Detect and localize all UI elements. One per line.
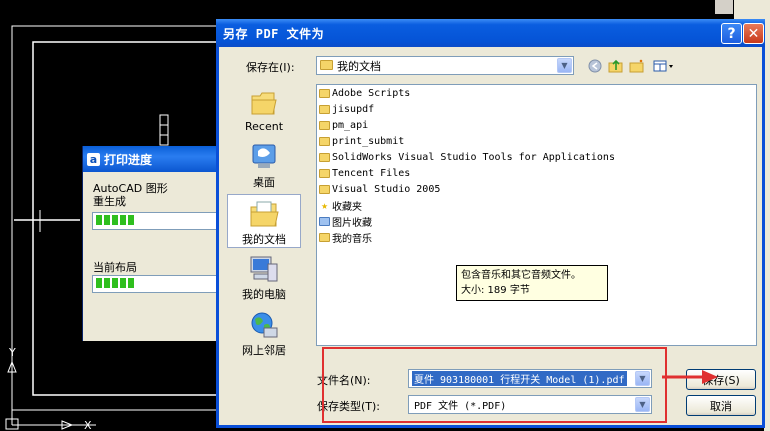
folder-icon [319, 120, 330, 130]
chevron-down-icon[interactable]: ▼ [635, 371, 650, 386]
progress-line-regen: 重生成 [93, 195, 126, 208]
file-name: 我的音乐 [332, 233, 372, 245]
file-name: 图片收藏 [332, 217, 372, 229]
progress-bar-regen [92, 212, 234, 230]
progress-bar-layout [92, 275, 234, 293]
view-menu-icon[interactable] [652, 59, 676, 73]
place-my-documents[interactable]: 我的文档 [227, 194, 301, 248]
network-places-icon [248, 310, 280, 340]
folder-icon [319, 152, 330, 162]
print-progress-titlebar[interactable]: a 打印进度 [83, 146, 223, 172]
star-icon: ★ [321, 198, 328, 212]
cancel-button[interactable]: 取消 [686, 395, 756, 416]
save-in-dropdown[interactable]: 我的文档 ▼ [316, 56, 574, 75]
list-item[interactable]: 我的音乐 [319, 231, 372, 245]
filetype-label: 保存类型(T): [317, 400, 381, 413]
save-button[interactable]: 保存(S) [686, 369, 756, 390]
recent-folder-icon [248, 88, 280, 118]
folder-icon [319, 168, 330, 178]
chevron-down-icon[interactable]: ▼ [557, 58, 572, 73]
print-progress-dialog: a 打印进度 AutoCAD 图形 重生成 当前布局 [82, 146, 234, 341]
my-computer-icon [248, 254, 280, 284]
list-item[interactable]: jisupdf [319, 103, 374, 115]
list-item[interactable]: Visual Studio 2005 [319, 183, 440, 195]
file-name: Adobe Scripts [332, 87, 411, 99]
pictures-folder-icon [319, 216, 330, 226]
file-name: 收藏夹 [332, 201, 362, 213]
list-item[interactable]: Tencent Files [319, 167, 410, 179]
desktop-icon [248, 142, 280, 172]
list-item[interactable]: pm_api [319, 119, 368, 131]
place-desktop[interactable]: 桌面 [227, 142, 301, 190]
place-label: Recent [244, 120, 284, 133]
list-item[interactable]: 图片收藏 [319, 215, 372, 229]
tooltip-size: 大小: 189 字节 [461, 285, 530, 296]
filename-input[interactable]: 夏件 903180001 行程开关 Model (1).pdf ▼ [408, 369, 652, 388]
my-documents-small-icon [320, 60, 333, 70]
music-folder-icon [319, 232, 330, 242]
new-folder-icon[interactable] [629, 59, 645, 73]
file-name: jisupdf [332, 103, 375, 115]
file-name: print_submit [332, 135, 405, 147]
filetype-value: PDF 文件 (*.PDF) [414, 401, 507, 412]
place-label: 网上邻居 [242, 344, 286, 357]
my-documents-icon [248, 199, 280, 229]
filename-value: 夏件 903180001 行程开关 Model (1).pdf [412, 371, 627, 386]
folder-icon [319, 88, 330, 98]
file-list[interactable]: Adobe Scripts jisupdf pm_api print_submi… [316, 84, 757, 346]
place-network[interactable]: 网上邻居 [227, 310, 301, 358]
tooltip: 包含音乐和其它音频文件。 大小: 189 字节 [456, 265, 608, 301]
save-dialog-title: 另存 PDF 文件为 [223, 26, 325, 41]
up-folder-icon[interactable] [608, 59, 624, 73]
folder-icon [319, 104, 330, 114]
place-my-computer[interactable]: 我的电脑 [227, 254, 301, 302]
place-recent[interactable]: Recent [227, 88, 301, 133]
file-name: Visual Studio 2005 [332, 183, 441, 195]
progress-bar-layout-fill [96, 278, 134, 288]
autocad-app-icon: a [87, 152, 100, 166]
help-button[interactable]: ? [721, 23, 742, 44]
list-item[interactable]: Adobe Scripts [319, 87, 410, 99]
progress-bar-regen-fill [96, 215, 134, 225]
list-item[interactable]: SolidWorks Visual Studio Tools for Appli… [319, 151, 615, 163]
folder-icon [319, 184, 330, 194]
file-name: pm_api [332, 119, 369, 131]
save-in-value: 我的文档 [337, 59, 381, 73]
save-in-label: 保存在(I): [246, 61, 295, 74]
print-progress-title: 打印进度 [104, 152, 153, 167]
filetype-select[interactable]: PDF 文件 (*.PDF) ▼ [408, 395, 652, 414]
list-item[interactable]: print_submit [319, 135, 404, 147]
places-bar: Recent 桌面 我的文档 我的电脑 网上邻居 [226, 82, 306, 372]
place-label: 桌面 [253, 176, 275, 189]
ucs-y-label: Y [8, 346, 16, 359]
filename-label: 文件名(N): [317, 374, 371, 387]
back-icon[interactable] [587, 59, 603, 73]
place-label: 我的电脑 [242, 288, 286, 301]
place-label: 我的文档 [242, 233, 286, 246]
file-name: SolidWorks Visual Studio Tools for Appli… [332, 151, 615, 163]
folder-icon [319, 136, 330, 146]
close-button[interactable]: ✕ [743, 23, 764, 44]
progress-line-current-layout: 当前布局 [93, 261, 137, 274]
list-item[interactable]: ★ 收藏夹 [319, 198, 362, 213]
file-name: Tencent Files [332, 167, 411, 179]
ucs-x-label: X [84, 419, 92, 431]
chevron-down-icon[interactable]: ▼ [635, 397, 650, 412]
save-dialog-titlebar[interactable]: 另存 PDF 文件为 [216, 19, 765, 47]
tooltip-description: 包含音乐和其它音频文件。 [461, 270, 581, 281]
